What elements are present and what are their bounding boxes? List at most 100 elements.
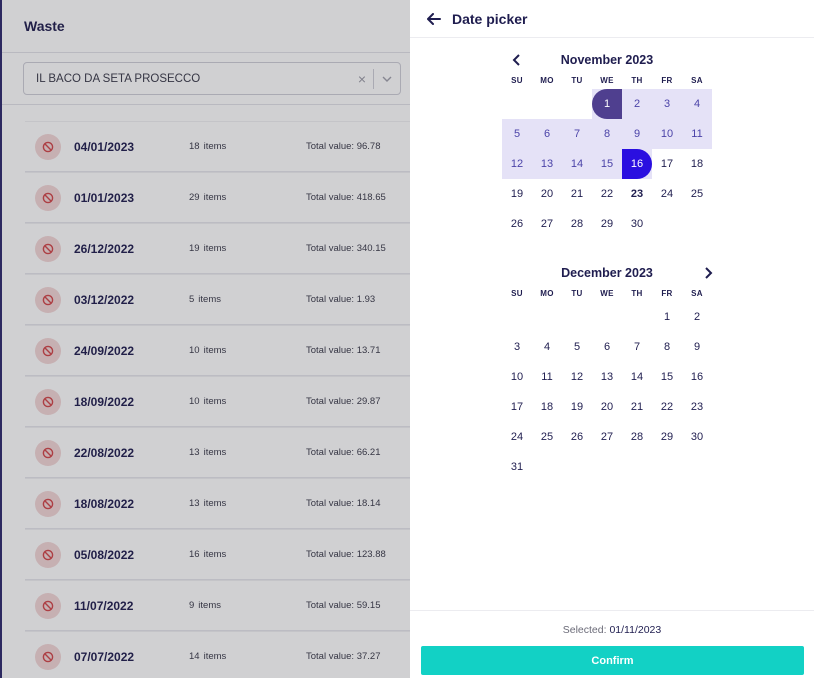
day-cell[interactable]: 14 <box>622 362 652 392</box>
table-row[interactable]: 11/07/2022 9 items Total value: 59.15 <box>25 580 415 631</box>
day-cell[interactable]: 17 <box>652 149 682 179</box>
day-cell[interactable]: 6 <box>532 119 562 149</box>
table-row[interactable]: 18/08/2022 13 items Total value: 18.14 <box>25 478 415 529</box>
weekday-label: SU <box>511 289 523 298</box>
day-cell[interactable]: 13 <box>532 149 562 179</box>
weekday-label: FR <box>661 76 673 85</box>
day-cell-range-start[interactable]: 1 <box>592 89 622 119</box>
row-count: 10 items <box>189 345 226 356</box>
day-cell[interactable]: 19 <box>562 392 592 422</box>
outlet-select[interactable]: IL BACO DA SETA PROSECCO × <box>23 62 401 95</box>
row-count-label: items <box>203 396 227 407</box>
day-cell[interactable]: 24 <box>502 422 532 452</box>
day-cell[interactable]: 1 <box>652 302 682 332</box>
day-cell[interactable]: 9 <box>682 332 712 362</box>
table-row[interactable]: 04/01/2023 18 items Total value: 96.78 <box>25 121 415 172</box>
day-cell[interactable]: 14 <box>562 149 592 179</box>
day-cell[interactable]: 25 <box>682 179 712 209</box>
day-cell[interactable]: 3 <box>652 89 682 119</box>
table-row[interactable]: 03/12/2022 5 items Total value: 1.93 <box>25 274 415 325</box>
day-cell[interactable]: 19 <box>502 179 532 209</box>
day-cell[interactable]: 12 <box>502 149 532 179</box>
row-date: 26/12/2022 <box>74 241 135 256</box>
day-cell[interactable]: 24 <box>652 179 682 209</box>
chevron-down-icon[interactable] <box>374 76 400 82</box>
day-cell[interactable]: 31 <box>502 452 532 482</box>
page-title: Waste <box>24 18 65 34</box>
day-cell[interactable]: 30 <box>622 209 652 239</box>
weekday-label: TU <box>571 76 583 85</box>
day-cell[interactable]: 27 <box>532 209 562 239</box>
day-cell[interactable]: 12 <box>562 362 592 392</box>
table-row[interactable]: 26/12/2022 19 items Total value: 340.15 <box>25 223 415 274</box>
day-cell[interactable]: 28 <box>622 422 652 452</box>
date-picker-header: Date picker <box>410 0 814 38</box>
row-count-label: items <box>203 141 227 152</box>
day-cell[interactable]: 7 <box>622 332 652 362</box>
day-cell[interactable]: 21 <box>622 392 652 422</box>
row-count-value: 5 <box>189 294 195 305</box>
table-row[interactable]: 22/08/2022 13 items Total value: 66.21 <box>25 427 415 478</box>
row-count: 29 items <box>189 192 226 203</box>
day-cell[interactable]: 11 <box>532 362 562 392</box>
day-grid: 1 2 3 4 5 6 7 8 9 10 11 12 13 14 15 16 17 18 19 20 21 22 23 24 2… <box>502 89 712 239</box>
day-cell[interactable]: 9 <box>622 119 652 149</box>
day-cell[interactable]: 21 <box>562 179 592 209</box>
outlet-select-value: IL BACO DA SETA PROSECCO <box>36 72 201 85</box>
day-cell[interactable]: 26 <box>562 422 592 452</box>
day-cell[interactable]: 11 <box>682 119 712 149</box>
day-cell[interactable]: 22 <box>592 179 622 209</box>
day-cell[interactable]: 18 <box>682 149 712 179</box>
day-cell[interactable]: 10 <box>502 362 532 392</box>
day-cell[interactable]: 3 <box>502 332 532 362</box>
row-count: 16 items <box>189 549 226 560</box>
waste-icon <box>35 439 61 466</box>
day-cell[interactable]: 8 <box>652 332 682 362</box>
day-cell[interactable]: 20 <box>532 179 562 209</box>
table-row[interactable]: 01/01/2023 29 items Total value: 418.65 <box>25 172 415 223</box>
day-cell[interactable]: 13 <box>592 362 622 392</box>
day-cell[interactable]: 17 <box>502 392 532 422</box>
day-cell[interactable]: 29 <box>592 209 622 239</box>
chevron-right-icon[interactable] <box>701 265 717 281</box>
table-row[interactable]: 24/09/2022 10 items Total value: 13.71 <box>25 325 415 376</box>
day-cell[interactable]: 25 <box>532 422 562 452</box>
day-cell[interactable]: 2 <box>682 302 712 332</box>
day-cell[interactable]: 15 <box>592 149 622 179</box>
confirm-button[interactable]: Confirm <box>421 646 804 675</box>
day-cell-today[interactable]: 23 <box>622 179 652 209</box>
day-cell[interactable]: 26 <box>502 209 532 239</box>
day-cell[interactable]: 27 <box>592 422 622 452</box>
day-cell[interactable]: 30 <box>682 422 712 452</box>
day-cell[interactable]: 18 <box>532 392 562 422</box>
day-cell[interactable]: 23 <box>682 392 712 422</box>
row-count-label: items <box>203 498 227 509</box>
close-icon[interactable]: × <box>351 71 373 87</box>
day-cell[interactable]: 20 <box>592 392 622 422</box>
row-total-label: Total value: <box>306 600 355 611</box>
day-cell[interactable]: 16 <box>682 362 712 392</box>
day-cell-range-end[interactable]: 16 <box>622 149 652 179</box>
day-cell[interactable]: 15 <box>652 362 682 392</box>
day-cell[interactable]: 5 <box>502 119 532 149</box>
day-cell[interactable]: 4 <box>532 332 562 362</box>
day-cell[interactable]: 10 <box>652 119 682 149</box>
day-cell[interactable]: 6 <box>592 332 622 362</box>
table-row[interactable]: 07/07/2022 14 items Total value: 37.27 <box>25 631 415 678</box>
weekday-row: SU MO TU WE TH FR SA <box>502 289 712 298</box>
table-row[interactable]: 18/09/2022 10 items Total value: 29.87 <box>25 376 415 427</box>
row-total-label: Total value: <box>306 243 355 254</box>
day-cell[interactable]: 2 <box>622 89 652 119</box>
day-cell[interactable]: 8 <box>592 119 622 149</box>
day-cell[interactable]: 29 <box>652 422 682 452</box>
day-cell[interactable]: 22 <box>652 392 682 422</box>
arrow-left-icon[interactable] <box>426 11 442 27</box>
table-row[interactable]: 05/08/2022 16 items Total value: 123.88 <box>25 529 415 580</box>
day-cell[interactable]: 5 <box>562 332 592 362</box>
row-count: 18 items <box>189 141 226 152</box>
day-cell[interactable]: 28 <box>562 209 592 239</box>
day-cell[interactable]: 7 <box>562 119 592 149</box>
day-cell[interactable]: 4 <box>682 89 712 119</box>
chevron-left-icon[interactable] <box>508 52 524 68</box>
row-count-value: 18 <box>189 141 200 152</box>
